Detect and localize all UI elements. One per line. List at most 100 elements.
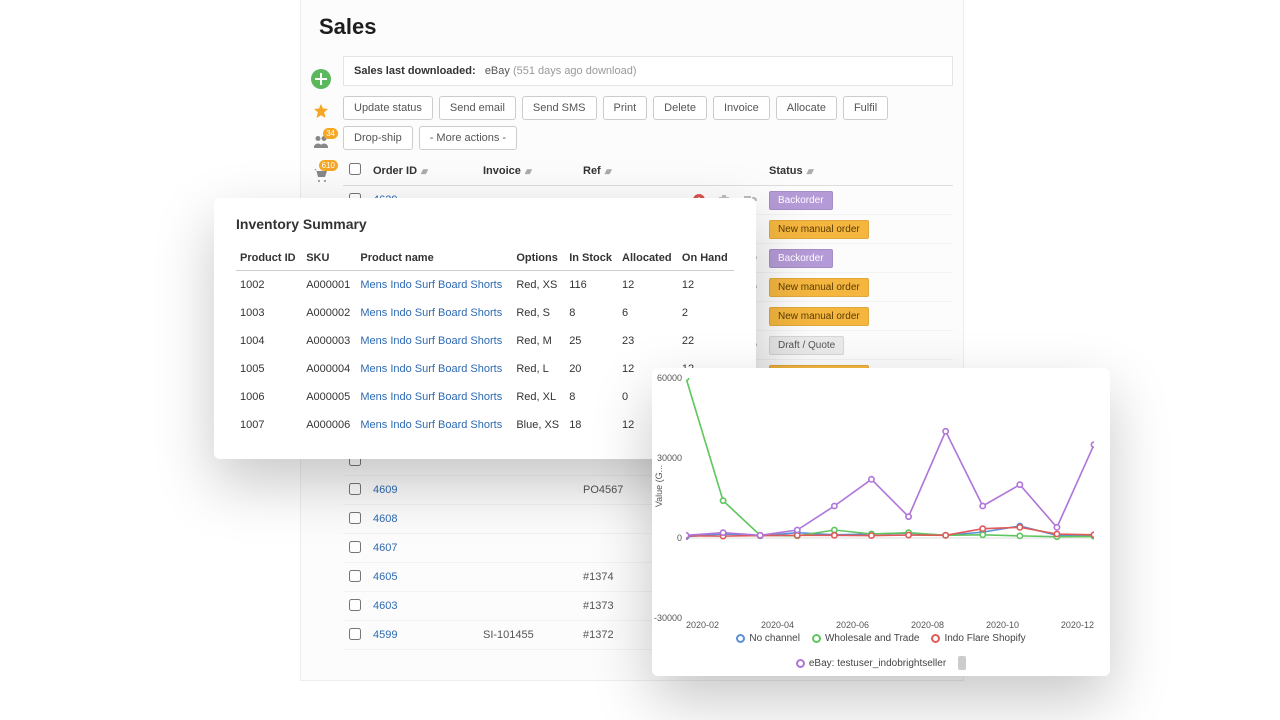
y-tick-label: 0 (677, 533, 682, 543)
options-cell: Red, S (512, 299, 565, 327)
x-tick-label: 2020-06 (836, 620, 869, 634)
sku-cell: A000005 (302, 383, 356, 411)
status-badge: New manual order (769, 220, 869, 239)
status-badge: Backorder (769, 191, 833, 210)
more-actions-select[interactable]: - More actions - (419, 126, 517, 150)
order-id-link[interactable]: 4608 (373, 513, 397, 525)
row-checkbox[interactable] (349, 570, 361, 582)
legend-marker-icon (796, 659, 805, 668)
delete-button[interactable]: Delete (653, 96, 707, 120)
sort-icon[interactable]: ▴▾ (421, 166, 426, 176)
invoice-button[interactable]: Invoice (713, 96, 770, 120)
drop-ship-button[interactable]: Drop-ship (343, 126, 413, 150)
ref-cell: #1373 (583, 600, 614, 612)
sku-cell: A000004 (302, 355, 356, 383)
legend-label: No channel (749, 633, 800, 644)
row-checkbox[interactable] (349, 512, 361, 524)
product-name-link[interactable]: Mens Indo Surf Board Shorts (360, 279, 502, 291)
allocated-cell: 23 (618, 327, 678, 355)
order-id-link[interactable]: 4607 (373, 542, 397, 554)
in-stock-cell: 20 (565, 355, 618, 383)
product-name-link[interactable]: Mens Indo Surf Board Shorts (360, 391, 502, 403)
col-allocated[interactable]: Allocated (618, 246, 678, 271)
col-options[interactable]: Options (512, 246, 565, 271)
legend-scrollbar[interactable] (958, 656, 966, 670)
select-all-checkbox[interactable] (349, 163, 361, 175)
sales-chart-card: Value (G... -3000003000060000 2020-02202… (652, 368, 1110, 676)
x-tick-label: 2020-12 (1061, 620, 1094, 634)
col-order-id[interactable]: Order ID (373, 165, 417, 177)
update-status-button[interactable]: Update status (343, 96, 433, 120)
order-id-link[interactable]: 4609 (373, 484, 397, 496)
order-id-link[interactable]: 4603 (373, 600, 397, 612)
cart-badge: 610 (319, 160, 338, 171)
product-name-link[interactable]: Mens Indo Surf Board Shorts (360, 335, 502, 347)
in-stock-cell: 8 (565, 383, 618, 411)
star-icon[interactable] (310, 100, 332, 122)
product-name-link[interactable]: Mens Indo Surf Board Shorts (360, 419, 502, 431)
send-sms-button[interactable]: Send SMS (522, 96, 597, 120)
product-id-cell: 1007 (236, 411, 302, 439)
allocated-cell: 12 (618, 271, 678, 300)
col-product-name[interactable]: Product name (356, 246, 512, 271)
users-badge: 34 (323, 128, 338, 139)
legend-item[interactable]: Indo Flare Shopify (931, 633, 1025, 644)
inventory-row: 1002 A000001 Mens Indo Surf Board Shorts… (236, 271, 734, 300)
col-sku[interactable]: SKU (302, 246, 356, 271)
options-cell: Red, XS (512, 271, 565, 300)
col-ref[interactable]: Ref (583, 165, 601, 177)
order-id-link[interactable]: 4599 (373, 629, 397, 641)
legend-label: Indo Flare Shopify (944, 633, 1025, 644)
product-name-link[interactable]: Mens Indo Surf Board Shorts (360, 307, 502, 319)
sort-icon[interactable]: ▴▾ (807, 166, 812, 176)
row-checkbox[interactable] (349, 541, 361, 553)
bulk-actions-toolbar: Update status Send email Send SMS Print … (343, 96, 953, 150)
allocated-cell: 6 (618, 299, 678, 327)
product-name-link[interactable]: Mens Indo Surf Board Shorts (360, 363, 502, 375)
status-badge: Backorder (769, 249, 833, 268)
legend-marker-icon (812, 634, 821, 643)
ref-cell: PO4567 (583, 484, 623, 496)
users-icon[interactable]: 34 (310, 132, 332, 154)
col-in-stock[interactable]: In Stock (565, 246, 618, 271)
sales-table-header-row: Order ID ▴▾ Invoice ▴▾ Ref ▴▾ Status ▴▾ (343, 156, 953, 186)
row-checkbox[interactable] (349, 483, 361, 495)
inventory-row: 1003 A000002 Mens Indo Surf Board Shorts… (236, 299, 734, 327)
x-tick-label: 2020-10 (986, 620, 1019, 634)
legend-label: Wholesale and Trade (825, 633, 920, 644)
legend-item[interactable]: Wholesale and Trade (812, 633, 920, 644)
sku-cell: A000001 (302, 271, 356, 300)
in-stock-cell: 116 (565, 271, 618, 300)
product-id-cell: 1006 (236, 383, 302, 411)
ref-cell: #1372 (583, 629, 614, 641)
sort-icon[interactable]: ▴▾ (525, 166, 530, 176)
sort-icon[interactable]: ▴▾ (605, 166, 610, 176)
add-icon[interactable] (310, 68, 332, 90)
chart-legend: No channel Wholesale and Trade Indo Flare … (662, 633, 1100, 670)
allocate-button[interactable]: Allocate (776, 96, 837, 120)
legend-marker-icon (931, 634, 940, 643)
order-id-link[interactable]: 4605 (373, 571, 397, 583)
row-checkbox[interactable] (349, 628, 361, 640)
print-button[interactable]: Print (603, 96, 648, 120)
row-checkbox[interactable] (349, 599, 361, 611)
col-status[interactable]: Status (769, 165, 803, 177)
on-hand-cell: 2 (678, 299, 734, 327)
legend-item[interactable]: eBay: testuser_indobrightseller (796, 658, 946, 669)
legend-item[interactable]: No channel (736, 633, 800, 644)
y-tick-label: -30000 (654, 613, 682, 623)
sku-cell: A000006 (302, 411, 356, 439)
x-tick-label: 2020-02 (686, 620, 719, 634)
product-id-cell: 1004 (236, 327, 302, 355)
col-on-hand[interactable]: On Hand (678, 246, 734, 271)
send-email-button[interactable]: Send email (439, 96, 516, 120)
download-source: eBay (485, 65, 510, 77)
options-cell: Blue, XS (512, 411, 565, 439)
col-invoice[interactable]: Invoice (483, 165, 521, 177)
download-note: (551 days ago download) (513, 65, 637, 77)
sku-cell: A000003 (302, 327, 356, 355)
fulfil-button[interactable]: Fulfil (843, 96, 888, 120)
in-stock-cell: 25 (565, 327, 618, 355)
cart-icon[interactable]: 610 (310, 164, 332, 186)
col-product-id[interactable]: Product ID (236, 246, 302, 271)
